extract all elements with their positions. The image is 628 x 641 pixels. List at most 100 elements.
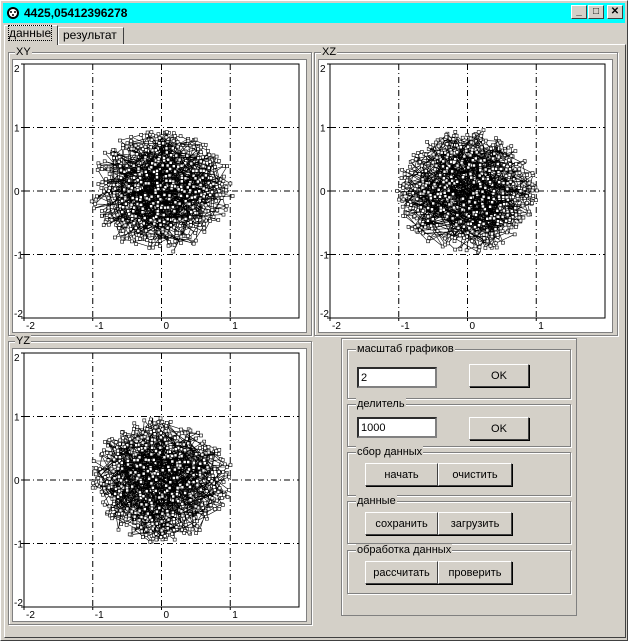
data-point bbox=[452, 239, 457, 243]
data-point bbox=[199, 150, 203, 154]
data-point bbox=[462, 236, 466, 240]
scale-input[interactable] bbox=[357, 367, 437, 388]
scale-ok-button[interactable]: OK bbox=[469, 364, 529, 387]
data-point bbox=[479, 134, 483, 138]
data-point bbox=[495, 233, 500, 237]
data-point bbox=[501, 191, 505, 196]
data-point bbox=[223, 472, 228, 477]
data-point bbox=[447, 195, 452, 200]
divider-input[interactable] bbox=[357, 417, 437, 438]
load-button[interactable]: загрузить bbox=[438, 512, 512, 535]
data-point bbox=[431, 217, 435, 221]
data-point bbox=[188, 498, 193, 502]
data-point bbox=[210, 474, 215, 478]
data-point bbox=[530, 188, 535, 193]
x-tick-label: -2 bbox=[332, 321, 341, 332]
y-tick-label: 0 bbox=[14, 187, 20, 198]
data-point bbox=[470, 147, 475, 152]
minimize-button[interactable]: _ bbox=[571, 5, 587, 19]
data-point bbox=[150, 446, 154, 450]
calculate-button[interactable]: рассчитать bbox=[365, 561, 438, 584]
data-point bbox=[219, 196, 224, 200]
divider-ok-button[interactable]: OK bbox=[469, 417, 529, 440]
save-button[interactable]: сохранить bbox=[365, 512, 438, 535]
data-point bbox=[156, 184, 160, 188]
title-bar[interactable]: 4425,05412396278 _ □ ✕ bbox=[3, 3, 625, 23]
data-point bbox=[514, 225, 518, 229]
data-point bbox=[522, 187, 527, 191]
data-point bbox=[442, 169, 447, 174]
y-tick-label: 1 bbox=[320, 124, 326, 135]
data-point bbox=[172, 164, 176, 168]
data-point bbox=[455, 150, 459, 154]
data-point bbox=[179, 194, 183, 198]
start-button[interactable]: начать bbox=[365, 463, 438, 486]
data-point bbox=[517, 167, 522, 171]
tab-result-label: результат bbox=[63, 28, 117, 42]
data-point bbox=[504, 219, 508, 223]
data-point bbox=[135, 178, 140, 182]
data-point bbox=[180, 175, 184, 180]
data-point bbox=[129, 440, 134, 445]
check-button[interactable]: проверить bbox=[438, 561, 512, 584]
data-point bbox=[471, 158, 475, 162]
x-tick-label: -2 bbox=[26, 321, 35, 332]
data-point bbox=[465, 133, 470, 137]
tab-data[interactable]: данные bbox=[4, 25, 58, 45]
data-point bbox=[173, 169, 177, 174]
data-point bbox=[106, 196, 111, 200]
y-tick-label: 0 bbox=[14, 476, 20, 487]
data-point bbox=[123, 196, 128, 201]
data-point bbox=[198, 198, 202, 203]
data-point bbox=[486, 177, 490, 181]
data-point bbox=[198, 472, 202, 477]
maximize-button[interactable]: □ bbox=[588, 5, 604, 19]
data-point bbox=[193, 190, 198, 194]
data-point bbox=[410, 227, 414, 231]
data-point bbox=[186, 138, 191, 143]
data-point bbox=[202, 226, 206, 230]
clear-button[interactable]: очистить bbox=[438, 463, 512, 486]
data-point bbox=[158, 445, 163, 450]
data-point bbox=[224, 188, 228, 193]
data-point bbox=[162, 193, 167, 197]
data-point bbox=[216, 490, 221, 494]
data-point bbox=[193, 176, 198, 181]
data-point bbox=[127, 532, 132, 537]
data-point bbox=[179, 234, 184, 239]
data-point bbox=[120, 430, 124, 435]
data-point bbox=[102, 159, 107, 164]
data-point bbox=[466, 165, 471, 170]
data-point bbox=[111, 469, 116, 474]
data-point bbox=[155, 181, 159, 185]
data-point bbox=[103, 440, 107, 444]
data-point bbox=[155, 209, 160, 213]
data-point bbox=[136, 233, 141, 237]
data-point bbox=[220, 182, 224, 187]
data-point bbox=[126, 184, 131, 188]
data-point bbox=[142, 465, 146, 470]
data-point bbox=[191, 480, 196, 484]
data-point bbox=[402, 191, 407, 196]
data-point bbox=[445, 214, 449, 219]
data-point bbox=[186, 441, 190, 446]
data-point bbox=[160, 420, 165, 424]
data-point bbox=[156, 194, 160, 199]
data-point bbox=[472, 180, 476, 185]
data-point bbox=[118, 508, 123, 513]
scale-caption: масштаб графиков bbox=[356, 343, 455, 355]
data-point bbox=[217, 452, 221, 456]
data-point bbox=[501, 181, 506, 185]
tab-result[interactable]: результат bbox=[58, 27, 124, 44]
data-point bbox=[92, 206, 96, 211]
data-point bbox=[193, 211, 198, 215]
data-point bbox=[160, 468, 165, 472]
data-point bbox=[157, 506, 162, 510]
data-point bbox=[488, 205, 492, 209]
data-point bbox=[164, 135, 169, 140]
data-point bbox=[140, 440, 145, 445]
data-point bbox=[189, 223, 193, 227]
data-point bbox=[139, 195, 143, 200]
close-button[interactable]: ✕ bbox=[607, 5, 623, 19]
tab-data-label: данные bbox=[7, 25, 53, 41]
